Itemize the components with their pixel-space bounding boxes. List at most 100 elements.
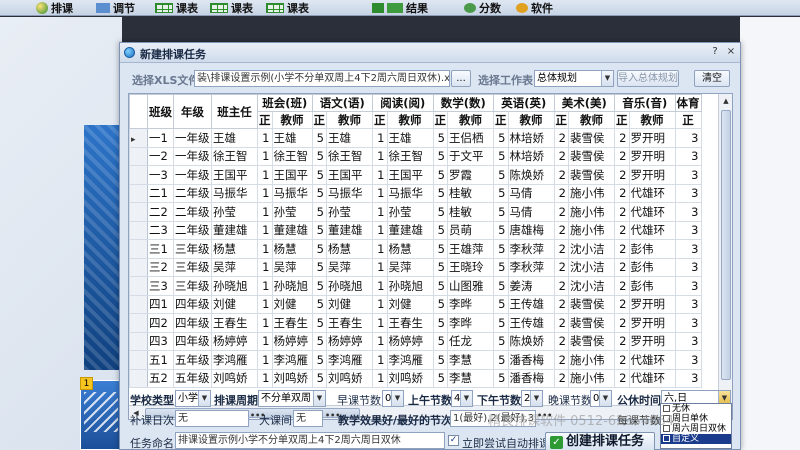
grid-cell[interactable]: 5 [493,276,509,296]
grid-cell[interactable]: 1 [372,313,388,333]
grid-cell[interactable]: 王国平 [271,165,313,185]
row-selector[interactable] [129,313,148,333]
grid-cell[interactable]: 孙晓旭 [326,276,373,296]
grid-cell[interactable]: 5 [493,294,509,314]
grid-cell[interactable]: 5 [311,183,327,203]
grid-cell[interactable]: 代雄环 [628,350,676,370]
grid-cell[interactable]: 1 [257,350,273,370]
grid-cell[interactable]: 3 [674,220,702,240]
grid-cell[interactable]: 5 [311,294,327,314]
row-selector[interactable] [129,165,148,185]
grid-cell[interactable]: 一2 [147,146,174,166]
grid-cell[interactable]: 1 [372,257,388,277]
clear-button[interactable]: 清空 [694,70,730,87]
sheet-select[interactable]: 总体规划 ▼ [534,70,614,87]
grid-cell[interactable]: 裴雪侯 [568,128,615,148]
pm-select[interactable]: 2 ▼ [521,390,543,407]
grid-cell[interactable]: 2 [614,313,630,333]
grid-cell[interactable]: 5 [311,239,327,259]
grid-cell[interactable]: 孙晓旭 [386,276,434,296]
grid-cell[interactable]: 王雄 [211,128,258,148]
grid-cell[interactable]: 代雄环 [628,220,676,240]
column-header[interactable]: 年级 [173,94,212,129]
grid-cell[interactable]: 彭伟 [628,257,676,277]
grid-cell[interactable]: 杨慧 [211,239,258,259]
grid-cell[interactable]: 李晔 [447,294,494,314]
grid-cell[interactable]: 3 [674,128,702,148]
toolbar-item-arrange[interactable]: 排课 [36,0,73,15]
grid-cell[interactable]: 2 [553,276,569,296]
table-row[interactable]: 三1 三年级 杨慧 1 杨慧 5 杨慧 1 杨慧 5 王雄萍 5 李秋萍 2 沈小洁 2 彭伟 3 [129,239,702,259]
grid-cell[interactable]: 唐雄梅 [507,220,555,240]
grid-cell[interactable]: 李秋萍 [507,239,555,259]
grid-cell[interactable]: 山图雅 [447,276,494,296]
row-selector[interactable] [129,294,148,314]
grid-cell[interactable]: 五2 [147,368,174,388]
grid-cell[interactable]: 三1 [147,239,174,259]
grid-cell[interactable]: 杨婷婷 [326,331,373,351]
chevron-down-icon[interactable]: ▼ [530,391,542,406]
grid-cell[interactable]: 5 [432,220,448,240]
grid-cell[interactable]: 潘香梅 [507,368,555,388]
grid-cell[interactable]: 孙晓旭 [271,276,313,296]
grid-cell[interactable]: 5 [311,202,327,222]
grid-cell[interactable]: 5 [432,257,448,277]
grid-cell[interactable]: 5 [311,146,327,166]
grid-cell[interactable]: 彭伟 [628,276,676,296]
grid-cell[interactable]: 1 [372,294,388,314]
grid-cell[interactable]: 2 [614,165,630,185]
schedule-grid[interactable]: 班级 年级 班主任 班会(班) 语文(语) 阅读(阅) 数学(数) 英语(英) 美术(美) 音乐(… [128,93,733,420]
grid-cell[interactable]: 四年级 [173,313,212,333]
grid-cell[interactable]: 施小伟 [568,183,615,203]
row-selector[interactable] [129,146,148,166]
grid-cell[interactable]: 5 [311,276,327,296]
grid-cell[interactable]: 王春生 [211,313,258,333]
evening-select[interactable]: 0 ▼ [590,390,612,407]
grid-cell[interactable]: 2 [553,239,569,259]
grid-cell[interactable]: 罗开明 [628,165,676,185]
grid-cell[interactable]: 罗开明 [628,313,676,333]
grid-cell[interactable]: 一3 [147,165,174,185]
grid-cell[interactable]: 5 [432,146,448,166]
table-row[interactable]: 五2 五年级 刘鸣娇 1 刘鸣娇 5 刘鸣娇 1 刘鸣娇 5 李慧 5 潘香梅 2 施小伟 2 代雄环 3 [129,368,702,388]
grid-cell[interactable]: 沈小洁 [568,239,615,259]
grid-cell[interactable]: 杨慧 [386,239,434,259]
grid-cell[interactable]: 2 [614,239,630,259]
early-select[interactable]: 0 ▼ [382,390,404,407]
row-selector[interactable] [129,331,148,351]
grid-cell[interactable]: 5 [432,350,448,370]
am-select[interactable]: 4 ▼ [451,390,473,407]
auto-arrange-checkbox[interactable]: ✓ [448,435,459,446]
grid-cell[interactable]: 罗开明 [628,146,676,166]
grid-cell[interactable]: 三年级 [173,239,212,259]
toolbar-item-adjust[interactable]: 调节 [96,0,135,15]
grid-cell[interactable]: 3 [674,294,702,314]
grid-cell[interactable]: 杨慧 [326,239,373,259]
grid-cell[interactable]: 徐王智 [386,146,434,166]
toolbar-item-timetable-1[interactable]: 课表 [155,0,198,15]
grid-cell[interactable]: 一年级 [173,165,212,185]
table-row[interactable]: 一1一年级王雄1王雄5王雄1王雄5王侣栖5林培娇2裴雪侯2罗开明3 [129,128,702,148]
grid-cell[interactable]: 马振华 [386,183,434,203]
column-header[interactable]: 班会(班) [257,94,313,112]
grid-cell[interactable]: 5 [432,294,448,314]
xls-path-field[interactable]: 装\排课设置示例(小学不分单双周上4下2周六周日双休).xls [194,70,450,87]
scroll-thumb[interactable] [721,110,731,380]
grid-cell[interactable]: 施小伟 [568,368,615,388]
chevron-down-icon[interactable]: ▼ [313,391,325,406]
row-selector[interactable] [129,257,148,277]
grid-cell[interactable]: 代雄环 [628,368,676,388]
grid-cell[interactable]: 四1 [147,294,174,314]
grid-cell[interactable]: 罗开明 [628,128,676,148]
grid-cell[interactable]: 二年级 [173,202,212,222]
grid-cell[interactable]: 马振华 [271,183,313,203]
grid-cell[interactable]: 5 [493,313,509,333]
grid-cell[interactable]: 3 [674,331,702,351]
grid-cell[interactable]: 罗霞 [447,165,494,185]
grid-cell[interactable]: 2 [614,202,630,222]
chevron-down-icon[interactable]: ▼ [460,391,472,406]
grid-cell[interactable]: 孙莹 [271,202,313,222]
grid-cell[interactable]: 李鸿雁 [386,350,434,370]
grid-cell[interactable]: 王春生 [386,313,434,333]
grid-cell[interactable]: 5 [432,165,448,185]
